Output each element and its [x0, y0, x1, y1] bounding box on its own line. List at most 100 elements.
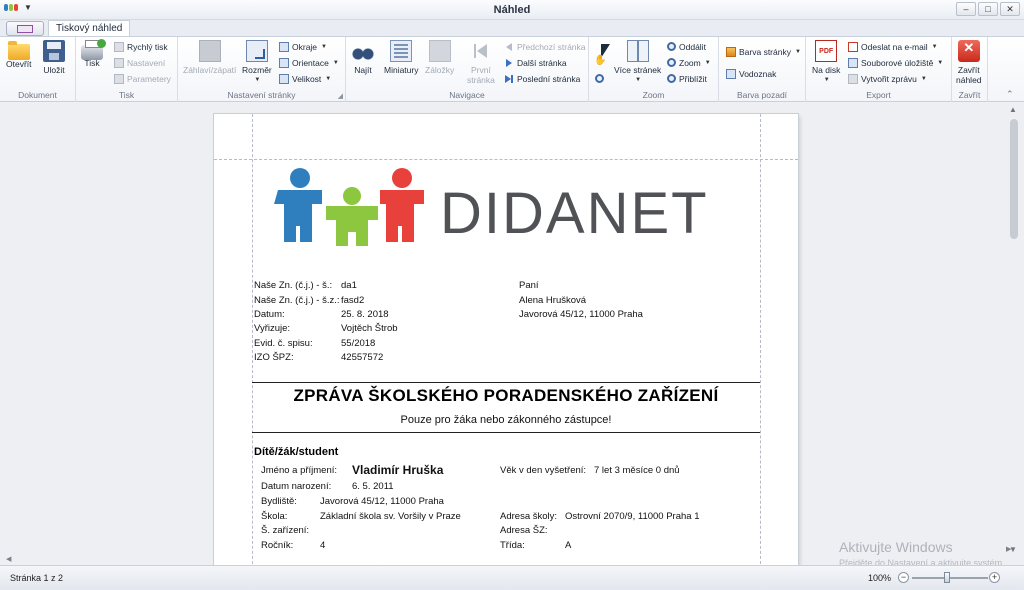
margin-guide-left: [252, 114, 253, 574]
scale-button[interactable]: Velikost ▼: [279, 72, 331, 85]
zoom-slider-thumb[interactable]: [944, 572, 950, 583]
zoom-out-icon: [667, 42, 676, 51]
vertical-scrollbar[interactable]: ▲ ▼: [1006, 103, 1022, 565]
watermark-icon: [726, 68, 736, 79]
school-label: Škola:: [261, 511, 288, 522]
ribbon: Otevřít Uložit Dokument Tisk Rychlý tisk…: [0, 36, 1024, 102]
meta-value: fasd2: [341, 295, 365, 306]
zoom-in-icon[interactable]: +: [989, 572, 1000, 583]
header-footer-button[interactable]: Záhlaví/zápatí: [183, 40, 236, 75]
page-indicator: Stránka 1 z 2: [10, 573, 64, 583]
student-name-label: Jméno a příjmení:: [261, 465, 338, 476]
margin-guide-top: [214, 159, 798, 160]
hand-tool-button[interactable]: [594, 55, 606, 69]
scroll-thumb[interactable]: [1010, 119, 1018, 239]
zoom-slider-track[interactable]: [912, 577, 988, 579]
activation-watermark-title: Aktivujte Windows: [839, 539, 953, 555]
minimize-button[interactable]: –: [956, 2, 976, 16]
didanet-logo: DIDANET: [274, 168, 734, 248]
page-size-button[interactable]: Rozměr ▼: [242, 40, 272, 85]
cursor-icon: [595, 42, 610, 58]
parameters-icon: [114, 73, 124, 84]
file-storage-button[interactable]: Souborové úložiště ▼: [848, 56, 943, 69]
watermark-button[interactable]: Vodoznak: [726, 67, 776, 80]
scroll-right-icon[interactable]: ▶: [1006, 545, 1011, 553]
zoom-out-button[interactable]: Oddálit: [667, 40, 706, 53]
zoom-out-icon[interactable]: −: [898, 572, 909, 583]
next-page-button[interactable]: Další stránka: [504, 56, 567, 69]
zoom-dropdown-button[interactable]: Zoom ▼: [667, 56, 711, 69]
meta-label: Datum:: [254, 309, 285, 320]
orientation-icon: [279, 57, 289, 68]
meta-label: Naše Zn. (č.j.) - š.:: [254, 280, 333, 291]
scroll-left-icon[interactable]: ◀: [6, 555, 11, 563]
cloud-storage-icon: [848, 57, 858, 68]
open-button[interactable]: Otevřít: [6, 40, 32, 69]
close-preview-button[interactable]: Zavřít náhled: [956, 40, 982, 85]
pdf-icon: [815, 40, 838, 62]
meta-label: Evid. č. spisu:: [254, 338, 313, 349]
find-button[interactable]: Najít: [352, 40, 374, 75]
last-page-button[interactable]: Poslední stránka: [504, 72, 580, 85]
zoom-in-button[interactable]: Přiblížit: [667, 72, 707, 85]
age-label: Věk v den vyšetření:: [500, 465, 587, 476]
print-settings-button[interactable]: Nastavení: [114, 56, 165, 69]
dialog-launcher-icon[interactable]: ◢: [338, 92, 343, 100]
group-navigace: Najít Miniatury Záložky První stránka Př…: [346, 37, 589, 102]
multi-page-button[interactable]: Více stránek ▼: [614, 40, 661, 85]
close-window-button[interactable]: ✕: [1000, 2, 1020, 16]
paint-bucket-icon: [726, 46, 736, 57]
save-button[interactable]: Uložit: [43, 40, 65, 75]
logo-text: DIDANET: [440, 181, 709, 246]
parameters-button[interactable]: Parametery: [114, 72, 171, 85]
sz-address-label: Adresa ŠZ:: [500, 525, 548, 536]
scroll-up-icon[interactable]: ▲: [1009, 105, 1017, 114]
arrow-right-icon: [504, 58, 514, 68]
group-zavrit: Zavřít náhled Zavřít: [952, 37, 988, 102]
residence-value: Javorová 45/12, 11000 Praha: [320, 496, 444, 507]
meta-label: Naše Zn. (č.j.) - š.z.:: [254, 295, 340, 306]
send-email-button[interactable]: Odeslat na e-mail ▼: [848, 40, 938, 53]
tab-print-preview[interactable]: Tiskový náhled: [48, 20, 131, 37]
orientation-button[interactable]: Orientace ▼: [279, 56, 339, 69]
previous-page-button[interactable]: Předchozí stránka: [504, 40, 586, 53]
residence-label: Bydliště:: [261, 496, 297, 507]
scale-icon: [279, 73, 289, 84]
group-tisk: Tisk Rychlý tisk Nastavení Parametery Ti…: [76, 37, 178, 102]
pointer-tool-button[interactable]: [595, 40, 610, 58]
bookmarks-button[interactable]: Záložky: [425, 40, 454, 75]
group-export: Na disk ▼ Odeslat na e-mail▼ Souborové ú…: [806, 37, 952, 102]
create-report-button[interactable]: Vytvořit zprávu ▼: [848, 72, 927, 85]
facility-label: Š. zařízení:: [261, 525, 310, 536]
status-bar: Stránka 1 z 2 100% − +: [0, 565, 1024, 590]
grade-value: 4: [320, 540, 326, 551]
margins-icon: [279, 41, 289, 52]
print-button[interactable]: Tisk: [81, 39, 106, 68]
margins-button[interactable]: Okraje ▼: [279, 40, 327, 53]
printer-icon: [81, 39, 106, 60]
group-dokument: Otevřít Uložit Dokument: [0, 37, 76, 102]
class-label: Třída:: [500, 540, 525, 551]
application-menu-button[interactable]: [6, 21, 44, 36]
group-label-export: Export: [866, 90, 891, 100]
first-page-button[interactable]: První stránka: [467, 40, 495, 85]
meta-value: da1: [341, 280, 357, 291]
magnifier-tool-button[interactable]: [595, 72, 604, 85]
quick-print-button[interactable]: Rychlý tisk: [114, 40, 168, 53]
title-rule-bottom: [252, 432, 760, 433]
close-icon: [957, 40, 980, 62]
collapse-ribbon-icon[interactable]: ⌃: [1006, 89, 1014, 100]
page-color-button[interactable]: Barva stránky ▼: [726, 45, 801, 58]
dob-label: Datum narození:: [261, 481, 332, 492]
group-label-tisk: Tisk: [118, 90, 135, 100]
dob-value: 6. 5. 2011: [352, 481, 394, 492]
chevron-down-icon: ▼: [823, 77, 830, 83]
last-page-icon: [504, 74, 514, 84]
document-page: DIDANET Naše Zn. (č.j.) - š.: da1 Naše Z…: [214, 114, 798, 574]
maximize-button[interactable]: □: [978, 2, 998, 16]
export-to-disk-button[interactable]: Na disk ▼: [812, 40, 840, 85]
thumbnails-button[interactable]: Miniatury: [384, 40, 418, 75]
arrow-left-icon: [504, 42, 514, 52]
meta-value: 42557572: [341, 352, 384, 363]
recipient-line: Paní: [519, 280, 539, 291]
